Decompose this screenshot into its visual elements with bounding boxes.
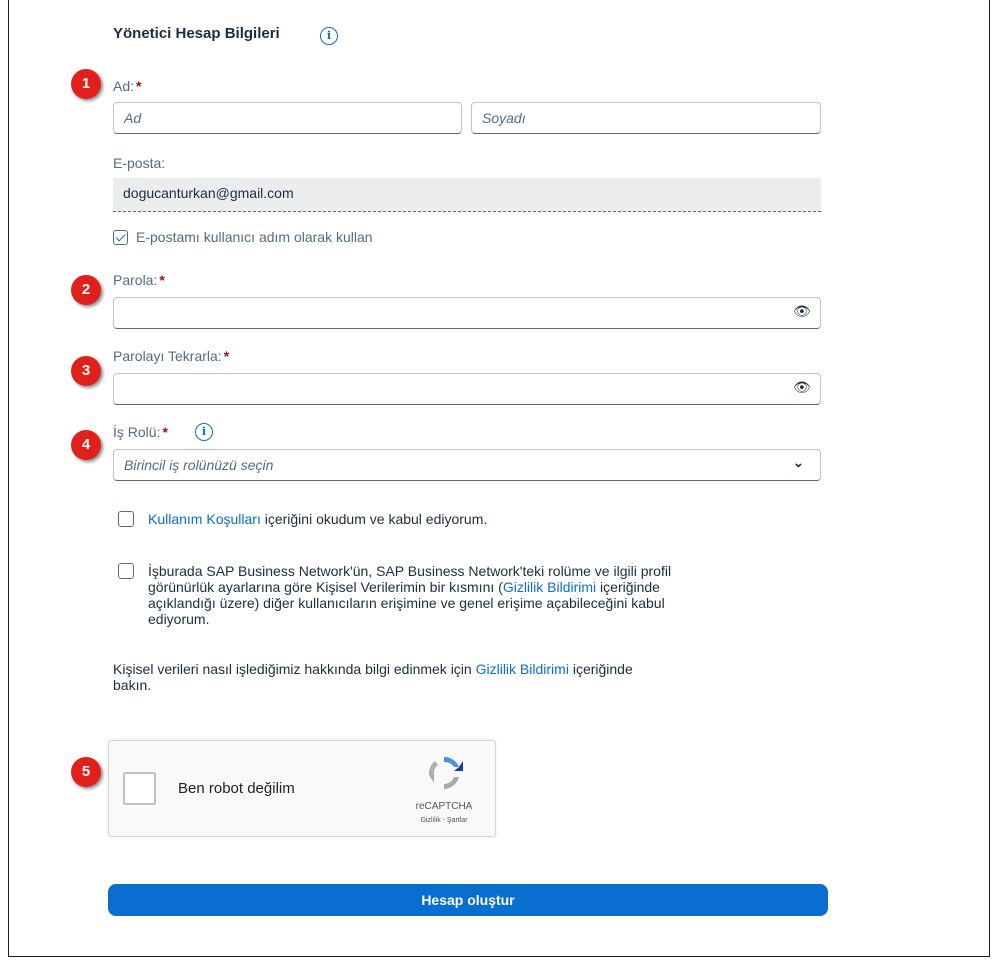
terms-checkbox[interactable] xyxy=(118,511,134,527)
first-name-input[interactable]: Ad xyxy=(113,102,462,134)
use-email-checkbox[interactable] xyxy=(113,230,128,245)
recaptcha-links[interactable]: Gizlilik - Şartlar xyxy=(407,817,481,824)
email-field: dogucanturkan@gmail.com xyxy=(113,178,821,212)
role-info-icon[interactable]: i xyxy=(195,423,213,441)
section-title: Yönetici Hesap Bilgileri xyxy=(113,25,280,42)
step-badge-1: 1 xyxy=(71,69,101,99)
terms-text: Kullanım Koşulları içeriğini okudum ve k… xyxy=(148,511,488,527)
recaptcha-logo-icon xyxy=(421,753,467,793)
privacy-consent-text: İşburada SAP Business Network'ün, SAP Bu… xyxy=(148,563,672,627)
step-badge-3: 3 xyxy=(71,356,101,386)
recaptcha-checkbox[interactable] xyxy=(123,772,156,805)
chevron-down-icon[interactable]: ⌄ xyxy=(793,455,804,471)
password-input[interactable] xyxy=(113,297,821,329)
use-email-label: E-postamı kullanıcı adım olarak kullan xyxy=(136,229,373,245)
recaptcha-widget: Ben robot değilim reCAPTCHA Gizlilik - Ş… xyxy=(108,740,496,837)
privacy-link[interactable]: Gizlilik Bildirimi xyxy=(503,579,596,595)
role-label: İş Rolü: * xyxy=(113,424,168,440)
privacy-info-link[interactable]: Gizlilik Bildirimi xyxy=(476,661,569,677)
privacy-info-text: Kişisel verileri nasıl işlediğimiz hakkı… xyxy=(113,661,633,693)
name-label: Ad: * xyxy=(113,78,142,94)
create-account-button[interactable]: Hesap oluştur xyxy=(108,884,828,916)
recaptcha-brand: reCAPTCHA xyxy=(415,801,473,812)
last-name-input[interactable]: Soyadı xyxy=(471,102,821,134)
recaptcha-label: Ben robot değilim xyxy=(178,780,295,797)
role-select[interactable]: Birincil iş rolünüzü seçin xyxy=(113,449,821,481)
terms-link[interactable]: Kullanım Koşulları xyxy=(148,511,261,527)
show-password-repeat-icon[interactable]: 👁 xyxy=(793,379,811,396)
step-badge-5: 5 xyxy=(71,757,101,787)
password-repeat-label: Parolayı Tekrarla: * xyxy=(113,348,230,364)
info-icon[interactable]: i xyxy=(320,27,338,45)
email-label: E-posta: xyxy=(113,155,166,171)
show-password-icon[interactable]: 👁 xyxy=(793,303,811,320)
password-repeat-input[interactable] xyxy=(113,373,821,405)
step-badge-2: 2 xyxy=(71,275,101,305)
password-label: Parola: * xyxy=(113,272,165,288)
privacy-consent-checkbox[interactable] xyxy=(118,563,134,579)
step-badge-4: 4 xyxy=(71,430,101,460)
